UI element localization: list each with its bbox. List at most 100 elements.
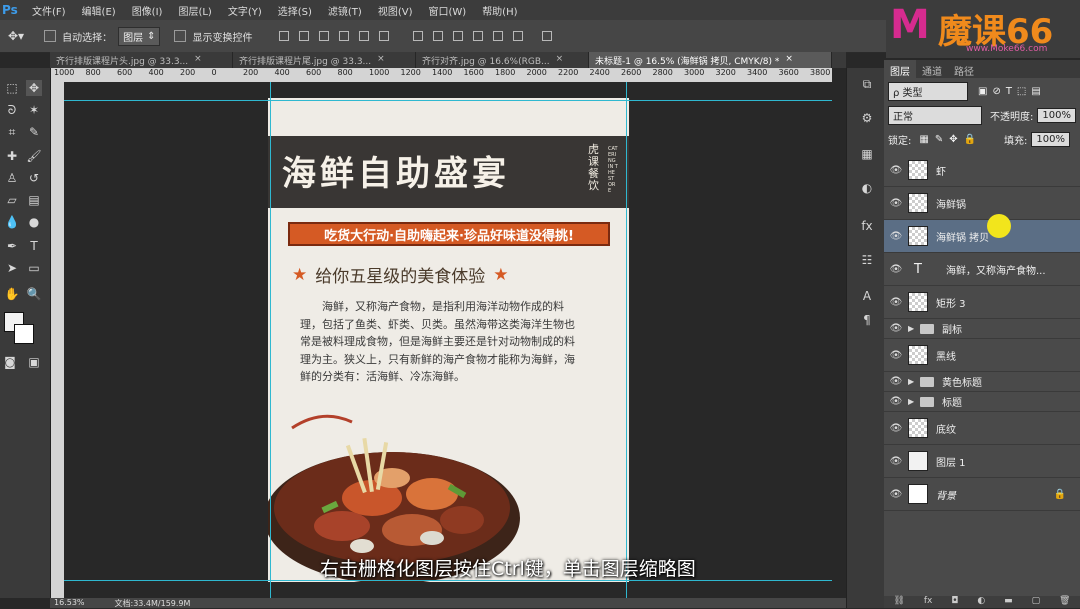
align-bottom-icon[interactable] (319, 31, 330, 41)
eye-icon[interactable]: 👁 (884, 376, 908, 387)
move-tool-icon[interactable]: ✥▾ (8, 29, 24, 43)
path-select-icon[interactable]: ➤ (4, 260, 20, 276)
distribute-top-icon[interactable] (413, 31, 424, 41)
expand-arrow-icon[interactable]: ▶ (908, 324, 920, 333)
lock-icons[interactable]: ▦✎✥🔒 (919, 134, 982, 145)
auto-select-checkbox[interactable] (44, 30, 57, 42)
paragraph-panel-icon[interactable]: ¶ (859, 312, 875, 328)
tab-doc-3[interactable]: 齐行对齐.jpg @ 16.6%(RGB... × (416, 52, 589, 68)
menu-filter[interactable]: 滤镜(T) (320, 3, 370, 18)
vertical-ruler[interactable] (50, 82, 64, 598)
eye-icon[interactable]: 👁 (884, 198, 908, 209)
eye-icon[interactable]: 👁 (884, 297, 908, 308)
eye-icon[interactable]: 👁 (884, 423, 908, 434)
menu-type[interactable]: 文字(Y) (220, 3, 270, 18)
close-icon[interactable]: × (785, 54, 793, 66)
layer-row[interactable]: 👁 虾 (884, 154, 1080, 187)
guide-line[interactable] (626, 82, 627, 598)
eye-icon[interactable]: 👁 (884, 456, 908, 467)
background-color-swatch[interactable] (14, 324, 34, 344)
layer-name[interactable]: 图层 1 (936, 454, 966, 469)
align-right-icon[interactable] (379, 31, 390, 41)
blend-mode-dropdown[interactable]: 正常 (888, 105, 982, 125)
tab-layers[interactable]: 图层 (884, 60, 916, 78)
eye-icon[interactable]: 👁 (884, 165, 908, 176)
horizontal-ruler[interactable]: 1000 800 600 400 200 0 200 400 600 800 1000 1200 140… (50, 68, 832, 83)
layer-name[interactable]: 底纹 (936, 421, 956, 436)
layer-row[interactable]: 👁 图层 1 (884, 445, 1080, 478)
close-icon[interactable]: × (194, 54, 202, 66)
tab-doc-active[interactable]: 未标题-1 @ 16.5% (海鲜锅 拷贝, CMYK/8) * × (589, 52, 832, 68)
layer-name[interactable]: 虾 (936, 163, 946, 178)
layer-filter-icons[interactable]: ▣⊘T⬚▤ (978, 86, 1046, 97)
layer-name[interactable]: 标题 (942, 394, 962, 409)
layer-thumbnail[interactable] (908, 226, 928, 246)
distribute-hcenter-icon[interactable] (493, 31, 504, 41)
marquee-tool-icon[interactable]: ⬚ (4, 80, 20, 96)
layer-name[interactable]: 海鲜，又称海产食物... (946, 262, 1046, 277)
layer-row-selected[interactable]: 👁 海鲜锅 拷贝 (884, 220, 1080, 253)
close-icon[interactable]: × (556, 54, 564, 66)
menu-layer[interactable]: 图层(L) (170, 3, 219, 18)
align-top-icon[interactable] (279, 31, 290, 41)
expand-arrow-icon[interactable]: ▶ (908, 397, 920, 406)
eye-icon[interactable]: 👁 (884, 350, 908, 361)
auto-select-dropdown[interactable]: 图层 ⇕ (118, 26, 161, 46)
tab-channels[interactable]: 通道 (916, 60, 948, 78)
layer-name[interactable]: 海鲜锅 (936, 196, 966, 211)
layer-name[interactable]: 黄色标题 (942, 374, 982, 389)
dodge-tool-icon[interactable]: ● (26, 214, 42, 230)
layer-name[interactable]: 背景 (936, 487, 956, 502)
auto-align-icon[interactable] (542, 31, 553, 41)
eraser-tool-icon[interactable]: ▱ (4, 192, 20, 208)
layer-row[interactable]: 👁 海鲜锅 (884, 187, 1080, 220)
canvas-workspace[interactable]: 海鲜自助盛宴 虎课餐饮 CATERING IN THE STORE 吃货大行动·… (64, 82, 832, 598)
layer-group-row[interactable]: 👁 ▶ 副标 (884, 319, 1080, 339)
fill-input[interactable]: 100% (1031, 131, 1071, 147)
zoom-tool-icon[interactable]: 🔍 (26, 286, 42, 302)
document-canvas[interactable]: 海鲜自助盛宴 虎课餐饮 CATERING IN THE STORE 吃货大行动·… (268, 98, 629, 582)
show-transform-checkbox[interactable] (174, 30, 187, 42)
pen-tool-icon[interactable]: ✒ (4, 238, 20, 254)
layer-group-row[interactable]: 👁 ▶ 标题 (884, 392, 1080, 412)
align-left-icon[interactable] (339, 31, 350, 41)
layer-thumbnail[interactable] (908, 292, 928, 312)
actions-panel-icon[interactable]: ⚙ (859, 110, 875, 126)
screen-mode-icon[interactable]: ▣ (26, 354, 42, 370)
opacity-input[interactable]: 100% (1037, 107, 1076, 123)
swatches-panel-icon[interactable]: ▦ (859, 146, 875, 162)
distribute-left-icon[interactable] (473, 31, 484, 41)
move-tool-icon[interactable]: ✥ (26, 80, 42, 96)
layer-name[interactable]: 海鲜锅 拷贝 (936, 229, 989, 244)
hand-tool-icon[interactable]: ✋ (4, 286, 20, 302)
tab-doc-2[interactable]: 齐行排版课程片尾.jpg @ 33.3... × (233, 52, 416, 68)
distribute-vcenter-icon[interactable] (433, 31, 444, 41)
character-panel-icon[interactable]: A (859, 288, 875, 304)
layer-thumbnail[interactable] (908, 484, 928, 504)
layer-group-row[interactable]: 👁 ▶ 黄色标题 (884, 372, 1080, 392)
expand-arrow-icon[interactable]: ▶ (908, 377, 920, 386)
tab-doc-1[interactable]: 齐行排版课程片头.jpg @ 33.3... × (50, 52, 233, 68)
menu-window[interactable]: 窗口(W) (420, 3, 474, 18)
properties-panel-icon[interactable]: ☷ (859, 252, 875, 268)
gradient-tool-icon[interactable]: ▤ (26, 192, 42, 208)
layer-row[interactable]: 👁 T 海鲜，又称海产食物... (884, 253, 1080, 286)
layer-name[interactable]: 矩形 3 (936, 295, 966, 310)
lasso-tool-icon[interactable]: ᘐ (4, 102, 20, 118)
quick-mask-icon[interactable]: ◙ (2, 354, 18, 370)
stamp-tool-icon[interactable]: ♙ (4, 170, 20, 186)
type-tool-icon[interactable]: T (26, 238, 42, 254)
mask-icon[interactable]: ◘ (951, 596, 958, 608)
layer-row[interactable]: 👁 背景 🔒 (884, 478, 1080, 511)
layer-thumbnail[interactable] (908, 160, 928, 180)
eye-icon[interactable]: 👁 (884, 489, 908, 500)
trash-icon[interactable]: 🗑 (1059, 596, 1070, 608)
layer-thumbnail[interactable] (908, 418, 928, 438)
menu-edit[interactable]: 编辑(E) (74, 3, 124, 18)
layer-row[interactable]: 👁 底纹 (884, 412, 1080, 445)
close-icon[interactable]: × (377, 54, 385, 66)
layer-thumbnail[interactable] (908, 345, 928, 365)
layer-row[interactable]: 👁 黑线 (884, 339, 1080, 372)
menu-file[interactable]: 文件(F) (24, 3, 74, 18)
crop-tool-icon[interactable]: ⌗ (4, 124, 20, 140)
